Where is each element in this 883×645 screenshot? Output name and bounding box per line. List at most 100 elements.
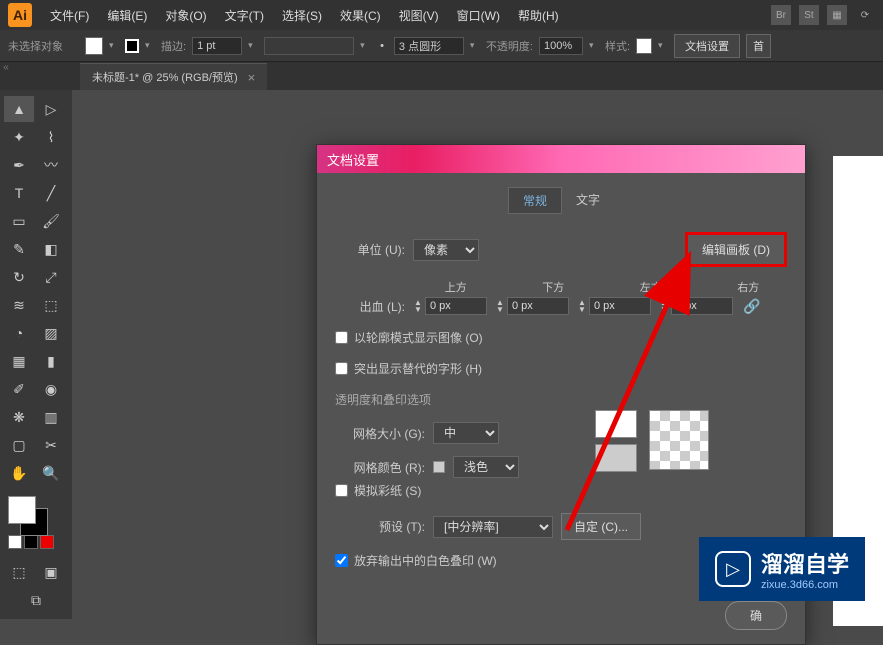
menu-view[interactable]: 视图(V): [391, 3, 447, 28]
shape-builder-tool[interactable]: ◔: [4, 320, 34, 346]
fill-mode-icon[interactable]: [8, 535, 22, 549]
pen-tool[interactable]: ✒: [4, 152, 34, 178]
grid-color-select[interactable]: 浅色: [453, 456, 519, 478]
brush-preset-input[interactable]: [394, 37, 464, 55]
draw-mode-icon[interactable]: ▣: [36, 559, 66, 585]
preview-gray-swatch[interactable]: [595, 444, 637, 472]
line-tool[interactable]: ╱: [36, 180, 66, 206]
lasso-tool[interactable]: ⌇: [36, 124, 66, 150]
stepper-icon[interactable]: ▲▼: [493, 299, 507, 313]
stroke-weight-input[interactable]: [192, 37, 242, 55]
style-swatch[interactable]: [636, 38, 652, 54]
discard-white-checkbox[interactable]: [335, 554, 348, 567]
opacity-input[interactable]: [539, 37, 583, 55]
scale-tool[interactable]: ⤢: [36, 264, 66, 290]
variable-width-profile[interactable]: [264, 37, 354, 55]
arrange-icon[interactable]: ▦: [827, 5, 847, 25]
column-graph-tool[interactable]: ▥: [36, 404, 66, 430]
grid-size-select[interactable]: 中: [433, 422, 499, 444]
eraser-tool[interactable]: ◧: [36, 236, 66, 262]
rotate-tool[interactable]: ↻: [4, 264, 34, 290]
type-tool[interactable]: T: [4, 180, 34, 206]
menu-help[interactable]: 帮助(H): [510, 3, 567, 28]
tab-type[interactable]: 文字: [562, 187, 614, 214]
options-bar: 未选择对象 ▾ ▾ 描边: ▾ ▾ • ▾ 不透明度: ▾ 样式: ▾ 文档设置…: [0, 30, 883, 62]
stepper-icon[interactable]: ▲▼: [657, 299, 671, 313]
custom-preset-button[interactable]: 自定 (C)...: [561, 513, 641, 540]
ok-button[interactable]: 确: [725, 601, 787, 630]
chevron-down-icon[interactable]: ▾: [109, 40, 119, 51]
stock-icon[interactable]: St: [799, 5, 819, 25]
symbol-sprayer-tool[interactable]: ❋: [4, 404, 34, 430]
hand-tool[interactable]: ✋: [4, 460, 34, 486]
menu-edit[interactable]: 编辑(E): [99, 3, 155, 28]
menu-type[interactable]: 文字(T): [217, 3, 272, 28]
magic-wand-tool[interactable]: ✦: [4, 124, 34, 150]
panel-grip-icon[interactable]: «: [0, 62, 12, 82]
tab-general[interactable]: 常规: [508, 187, 562, 214]
curvature-tool[interactable]: 〰: [36, 152, 66, 178]
foreground-color[interactable]: [8, 496, 36, 524]
mesh-tool[interactable]: ▦: [4, 348, 34, 374]
none-mode-icon[interactable]: [40, 535, 54, 549]
menu-file[interactable]: 文件(F): [42, 3, 97, 28]
document-setup-button[interactable]: 文档设置: [674, 34, 740, 58]
stroke-mode-icon[interactable]: [24, 535, 38, 549]
bleed-right-input[interactable]: [671, 297, 733, 315]
link-icon[interactable]: 🔗: [739, 298, 764, 315]
stepper-icon[interactable]: ▲▼: [575, 299, 589, 313]
menu-effect[interactable]: 效果(C): [332, 3, 389, 28]
artboard-tool[interactable]: ▢: [4, 432, 34, 458]
sync-icon[interactable]: ⟳: [855, 5, 875, 25]
dialog-titlebar[interactable]: 文档设置: [317, 145, 805, 173]
eyedropper-tool[interactable]: ✐: [4, 376, 34, 402]
slice-tool[interactable]: ✂: [36, 432, 66, 458]
simulate-paper-label: 模拟彩纸 (S): [354, 482, 421, 499]
unit-select[interactable]: 像素: [413, 239, 479, 261]
outline-mode-checkbox[interactable]: [335, 331, 348, 344]
simulate-paper-checkbox[interactable]: [335, 484, 348, 497]
change-screen-icon[interactable]: ⧉: [21, 587, 51, 613]
chevron-down-icon[interactable]: ▾: [470, 40, 480, 51]
paintbrush-tool[interactable]: 🖌: [36, 208, 66, 234]
direct-selection-tool[interactable]: ▷: [36, 96, 66, 122]
gradient-tool[interactable]: ▮: [36, 348, 66, 374]
blend-tool[interactable]: ◉: [36, 376, 66, 402]
edit-artboard-button[interactable]: 编辑画板 (D): [685, 232, 787, 267]
bleed-label: 出血 (L):: [335, 298, 405, 315]
chevron-down-icon[interactable]: ▾: [589, 40, 599, 51]
perspective-tool[interactable]: ▨: [36, 320, 66, 346]
chevron-down-icon[interactable]: ▾: [145, 40, 155, 51]
menubar-right: Br St ▦ ⟳: [771, 5, 875, 25]
stepper-icon[interactable]: ▲▼: [411, 299, 425, 313]
bleed-right-label: 右方: [710, 279, 788, 295]
bleed-bottom-input[interactable]: [507, 297, 569, 315]
highlight-glyphs-checkbox[interactable]: [335, 362, 348, 375]
stroke-swatch[interactable]: [125, 39, 139, 53]
transparency-section-label: 透明度和叠印选项: [335, 391, 787, 408]
zoom-tool[interactable]: 🔍: [36, 460, 66, 486]
menu-object[interactable]: 对象(O): [157, 3, 214, 28]
document-tab[interactable]: 未标题-1* @ 25% (RGB/预览) ×: [80, 63, 267, 90]
fill-swatch[interactable]: [85, 37, 103, 55]
bleed-top-input[interactable]: [425, 297, 487, 315]
preset-label: 预设 (T):: [335, 518, 425, 535]
preferences-button[interactable]: 首: [746, 34, 771, 58]
chevron-down-icon[interactable]: ▾: [658, 40, 668, 51]
width-tool[interactable]: ≋: [4, 292, 34, 318]
bridge-icon[interactable]: Br: [771, 5, 791, 25]
color-picker[interactable]: [4, 496, 68, 527]
shaper-tool[interactable]: ✎: [4, 236, 34, 262]
free-transform-tool[interactable]: ⬚: [36, 292, 66, 318]
chevron-down-icon[interactable]: ▾: [360, 40, 370, 51]
preview-white-swatch[interactable]: [595, 410, 637, 438]
screen-mode-icon[interactable]: ⬚: [4, 559, 34, 585]
chevron-down-icon[interactable]: ▾: [248, 40, 258, 51]
preset-select[interactable]: [中分辨率]: [433, 516, 553, 538]
bleed-left-input[interactable]: [589, 297, 651, 315]
close-icon[interactable]: ×: [248, 70, 256, 85]
menu-select[interactable]: 选择(S): [274, 3, 330, 28]
rectangle-tool[interactable]: ▭: [4, 208, 34, 234]
menu-window[interactable]: 窗口(W): [449, 3, 508, 28]
selection-tool[interactable]: ▲: [4, 96, 34, 122]
